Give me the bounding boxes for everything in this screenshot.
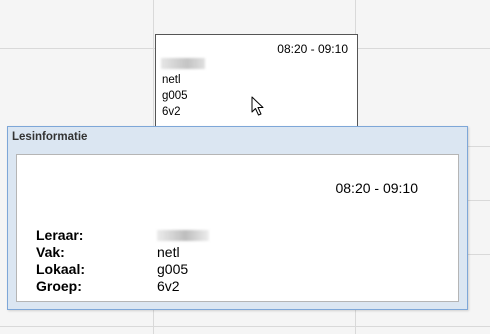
subject-value: netl <box>157 244 180 260</box>
grid-row-divider <box>468 254 490 255</box>
grid-row-divider <box>358 48 490 49</box>
teacher-name-redacted <box>157 230 209 241</box>
lesson-subject: netl <box>162 74 181 86</box>
grid-row-divider <box>0 326 490 327</box>
popup-time: 08:20 - 09:10 <box>335 180 418 196</box>
popup-body: 08:20 - 09:10 Leraar: Vak: netl Lokaal: … <box>16 154 459 302</box>
subject-label: Vak: <box>36 244 65 260</box>
group-label: Groep: <box>36 278 82 294</box>
lesson-time: 08:20 - 09:10 <box>277 42 348 56</box>
teacher-label: Leraar: <box>36 227 84 243</box>
grid-row-divider <box>0 48 155 49</box>
arrow-cursor-icon <box>251 96 265 119</box>
grid-row-divider <box>468 200 490 201</box>
room-value: g005 <box>157 261 189 277</box>
lesson-info-popup: Lesinformatie 08:20 - 09:10 Leraar: Vak:… <box>7 126 468 310</box>
room-label: Lokaal: <box>36 261 86 277</box>
grid-row-divider <box>468 146 490 147</box>
lesson-room: g005 <box>162 90 188 102</box>
teacher-name-redacted <box>161 58 205 69</box>
popup-title: Lesinformatie <box>12 131 88 143</box>
group-value: 6v2 <box>157 278 180 294</box>
lesson-group: 6v2 <box>162 106 181 118</box>
